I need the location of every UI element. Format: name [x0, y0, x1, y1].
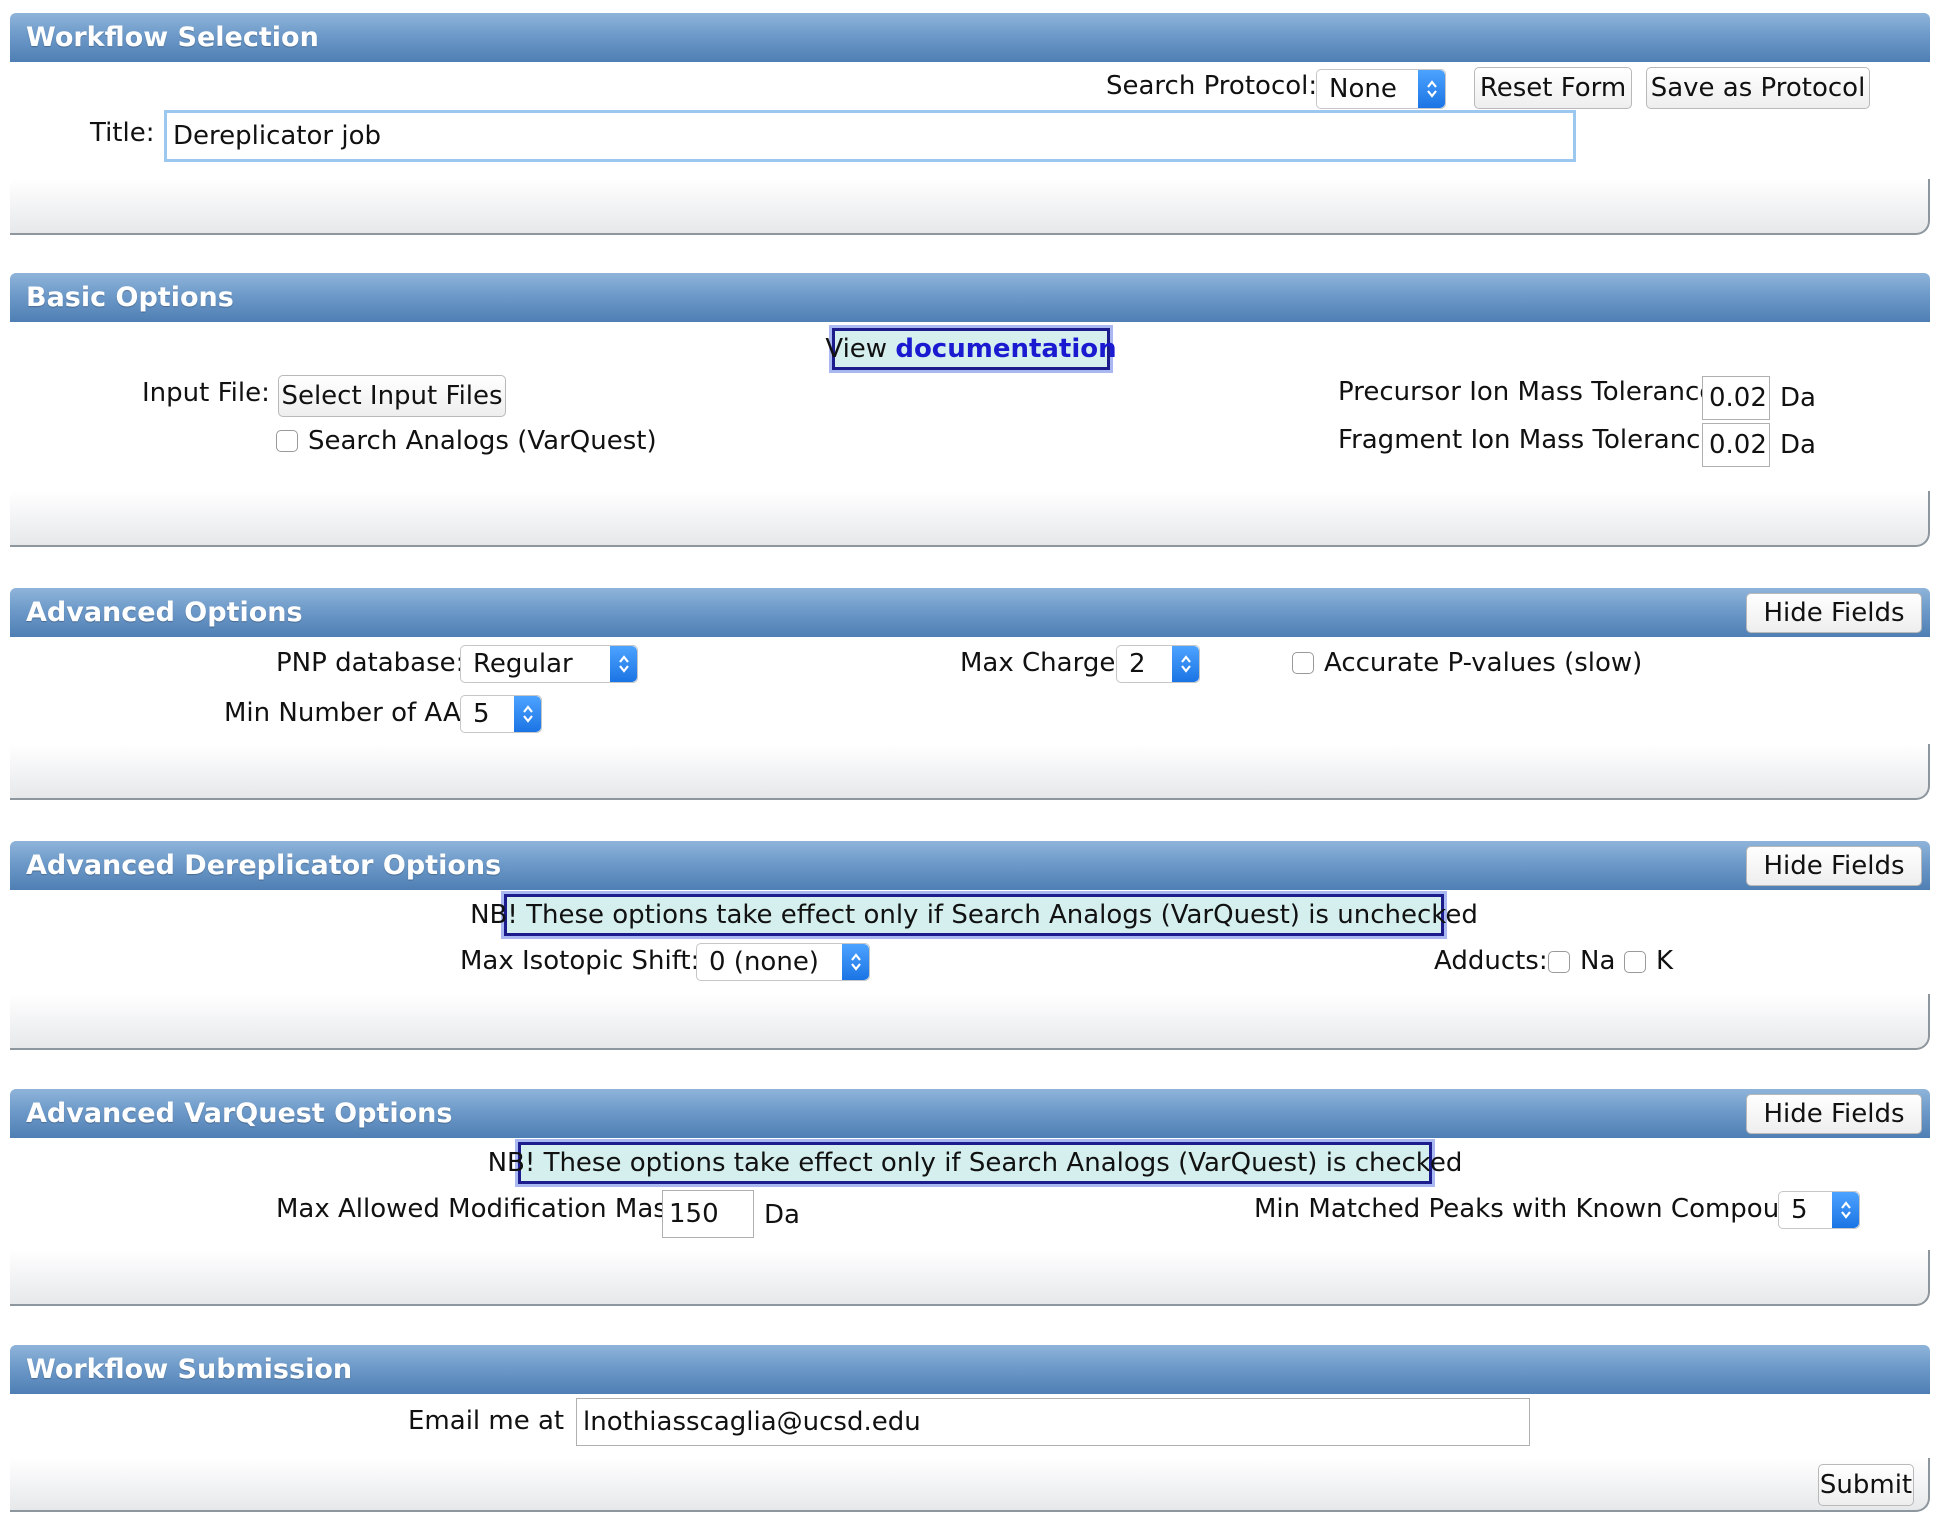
save-as-protocol-button[interactable]: Save as Protocol [1646, 67, 1870, 109]
panel-title: Basic Options [26, 282, 234, 313]
panel-title: Workflow Submission [26, 1354, 353, 1385]
panel-footer [10, 994, 1930, 1050]
panel-title: Advanced Dereplicator Options [26, 850, 502, 881]
input-file-label: Input File: [142, 378, 270, 408]
basic-options-panel: Basic Options View documentation Input F… [10, 273, 1930, 547]
panel-footer [10, 179, 1930, 235]
select-input-files-button[interactable]: Select Input Files [278, 375, 506, 417]
min-matched-peaks-value: 5 [1791, 1195, 1808, 1225]
max-modification-mass-input[interactable]: 150 [662, 1190, 754, 1238]
email-input[interactable]: lnothiasscaglia@ucsd.edu [576, 1398, 1530, 1446]
panel-footer [10, 744, 1930, 800]
workflow-submission-panel: Workflow Submission Email me at lnothias… [10, 1345, 1930, 1512]
unchecked-note: NB! These options take effect only if Se… [470, 894, 1478, 936]
max-modification-unit-label: Da [764, 1200, 800, 1230]
workflow-selection-panel: Workflow Selection Search Protocol: None… [10, 13, 1930, 235]
view-label: View [825, 334, 888, 364]
updown-chevron-icon [1172, 646, 1199, 682]
pnp-database-value: Regular [473, 649, 573, 679]
pnp-database-label: PNP database: [276, 648, 465, 678]
pnp-database-select[interactable]: Regular [460, 645, 638, 683]
fragment-tolerance-label: Fragment Ion Mass Tolerance: [1338, 425, 1726, 455]
max-charge-select[interactable]: 2 [1116, 645, 1200, 683]
adduct-k-checkbox[interactable] [1624, 951, 1646, 973]
dereplicator-options-header: Advanced Dereplicator Options Hide Field… [10, 841, 1930, 890]
submit-button[interactable]: Submit [1818, 1464, 1914, 1506]
search-analogs-checkbox[interactable] [276, 430, 298, 452]
search-analogs-label: Search Analogs (VarQuest) [308, 426, 657, 456]
precursor-tolerance-label: Precursor Ion Mass Tolerance: [1338, 377, 1724, 407]
adduct-na-checkbox[interactable] [1548, 951, 1570, 973]
updown-chevron-icon [610, 646, 637, 682]
fragment-unit-label: Da [1780, 430, 1816, 460]
documentation-link[interactable]: documentation [895, 334, 1116, 364]
min-matched-peaks-label: Min Matched Peaks with Known Compound: [1254, 1194, 1821, 1224]
checked-note: NB! These options take effect only if Se… [488, 1142, 1462, 1184]
fragment-tolerance-input[interactable]: 0.02 [1702, 423, 1770, 467]
panel-title: Workflow Selection [26, 22, 319, 53]
max-charge-label: Max Charge: [960, 648, 1125, 678]
basic-options-header: Basic Options [10, 273, 1930, 322]
reset-form-button[interactable]: Reset Form [1474, 67, 1632, 109]
title-label: Title: [90, 118, 155, 148]
note-text: NB! These options take effect only if Se… [487, 1148, 1463, 1178]
hide-fields-button[interactable]: Hide Fields [1746, 846, 1922, 886]
search-protocol-value: None [1329, 74, 1397, 104]
varquest-options-header: Advanced VarQuest Options Hide Fields [10, 1089, 1930, 1138]
fragment-tolerance-value: 0.02 [1709, 430, 1767, 460]
updown-chevron-icon [842, 944, 869, 980]
email-input-value: lnothiasscaglia@ucsd.edu [583, 1407, 921, 1437]
panel-footer [10, 1458, 1930, 1512]
updown-chevron-icon [1418, 70, 1445, 108]
workflow-submission-header: Workflow Submission [10, 1345, 1930, 1394]
advanced-options-panel: Advanced Options Hide Fields PNP databas… [10, 588, 1930, 800]
max-isotopic-shift-select[interactable]: 0 (none) [696, 943, 870, 981]
hide-fields-button[interactable]: Hide Fields [1746, 1094, 1922, 1134]
adduct-k-label: K [1656, 946, 1674, 976]
accurate-pvalues-checkbox[interactable] [1292, 652, 1314, 674]
precursor-tolerance-input[interactable]: 0.02 [1702, 376, 1770, 420]
panel-title: Advanced Options [26, 597, 303, 628]
varquest-options-panel: Advanced VarQuest Options Hide Fields NB… [10, 1089, 1930, 1306]
min-aa-value: 5 [473, 699, 490, 729]
dereplicator-options-panel: Advanced Dereplicator Options Hide Field… [10, 841, 1930, 1050]
advanced-options-header: Advanced Options Hide Fields [10, 588, 1930, 637]
panel-title: Advanced VarQuest Options [26, 1098, 453, 1129]
workflow-selection-header: Workflow Selection [10, 13, 1930, 62]
min-matched-peaks-select[interactable]: 5 [1778, 1191, 1860, 1229]
view-documentation-box[interactable]: View documentation [825, 328, 1117, 370]
updown-chevron-icon [1832, 1192, 1859, 1228]
min-aa-select[interactable]: 5 [460, 695, 542, 733]
accurate-pvalues-label: Accurate P-values (slow) [1324, 648, 1643, 678]
max-modification-mass-value: 150 [669, 1199, 719, 1229]
max-isotopic-shift-label: Max Isotopic Shift: [460, 946, 700, 976]
email-label: Email me at [408, 1406, 565, 1436]
max-modification-mass-label: Max Allowed Modification Mass: [276, 1194, 690, 1224]
max-charge-value: 2 [1129, 649, 1146, 679]
precursor-unit-label: Da [1780, 383, 1816, 413]
panel-footer [10, 1250, 1930, 1306]
note-text: NB! These options take effect only if Se… [470, 900, 1478, 930]
search-protocol-select[interactable]: None [1316, 69, 1446, 109]
max-isotopic-shift-value: 0 (none) [709, 947, 819, 977]
search-protocol-label: Search Protocol: [1106, 71, 1318, 101]
title-input-value: Dereplicator job [173, 121, 381, 151]
updown-chevron-icon [514, 696, 541, 732]
precursor-tolerance-value: 0.02 [1709, 383, 1767, 413]
hide-fields-button[interactable]: Hide Fields [1746, 593, 1922, 633]
panel-footer [10, 491, 1930, 547]
min-aa-label: Min Number of AA: [224, 698, 470, 728]
adduct-na-label: Na [1580, 946, 1616, 976]
adducts-label: Adducts: [1434, 946, 1548, 976]
title-input[interactable]: Dereplicator job [164, 110, 1576, 162]
